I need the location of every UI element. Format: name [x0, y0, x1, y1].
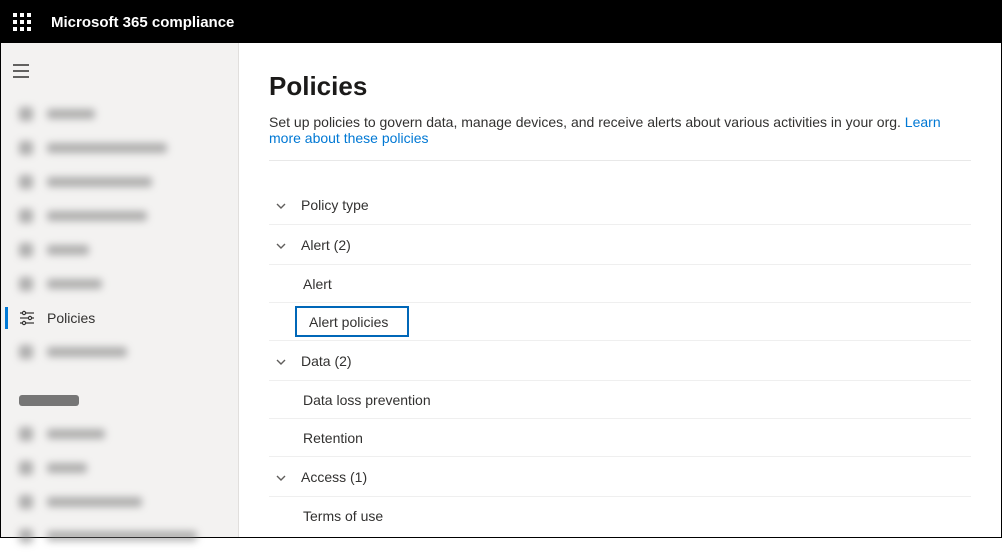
nav-item-blurred[interactable]	[1, 417, 238, 451]
nav-item-blurred[interactable]	[1, 485, 238, 519]
policy-item-alert-policies[interactable]: Alert policies	[269, 303, 971, 341]
policy-item-terms-of-use[interactable]: Terms of use	[269, 497, 971, 535]
group-header-policy-type[interactable]: Policy type	[269, 185, 971, 225]
chevron-down-icon	[275, 239, 287, 251]
page-title: Policies	[269, 71, 971, 102]
app-title: Microsoft 365 compliance	[51, 14, 234, 31]
nav-item-blurred[interactable]	[1, 267, 238, 301]
policy-item-label: Alert policies	[303, 314, 394, 330]
nav-item-blurred[interactable]	[1, 519, 238, 553]
policy-item-alert[interactable]: Alert	[269, 265, 971, 303]
policy-item-dlp[interactable]: Data loss prevention	[269, 381, 971, 419]
nav-collapse-button[interactable]	[1, 53, 41, 89]
policy-item-label: Retention	[303, 430, 363, 446]
policies-icon	[19, 310, 35, 326]
nav-item-blurred[interactable]	[1, 335, 238, 369]
nav-item-label: Policies	[47, 310, 95, 326]
chevron-down-icon	[275, 199, 287, 211]
nav-item-blurred[interactable]	[1, 233, 238, 267]
page-description-text: Set up policies to govern data, manage d…	[269, 114, 905, 130]
nav-item-blurred[interactable]	[1, 131, 238, 165]
left-nav: Policies	[1, 43, 239, 537]
group-label: Alert (2)	[301, 237, 351, 253]
group-header-access[interactable]: Access (1)	[269, 457, 971, 497]
app-launcher-icon[interactable]	[13, 13, 31, 31]
policy-item-label: Terms of use	[303, 508, 383, 524]
group-label: Data (2)	[301, 353, 352, 369]
top-header: Microsoft 365 compliance	[1, 1, 1001, 43]
nav-item-policies[interactable]: Policies	[1, 301, 238, 335]
policy-groups: Policy type Alert (2) Alert Alert polici…	[269, 185, 971, 535]
nav-section-header-blurred	[1, 383, 238, 417]
main-content: Policies Set up policies to govern data,…	[239, 43, 1001, 537]
group-header-data[interactable]: Data (2)	[269, 341, 971, 381]
group-header-alert[interactable]: Alert (2)	[269, 225, 971, 265]
nav-item-blurred[interactable]	[1, 97, 238, 131]
policy-item-label: Data loss prevention	[303, 392, 431, 408]
policy-item-retention[interactable]: Retention	[269, 419, 971, 457]
nav-item-blurred[interactable]	[1, 199, 238, 233]
chevron-down-icon	[275, 471, 287, 483]
nav-item-blurred[interactable]	[1, 451, 238, 485]
nav-item-blurred[interactable]	[1, 165, 238, 199]
group-label: Access (1)	[301, 469, 367, 485]
group-label: Policy type	[301, 197, 369, 213]
chevron-down-icon	[275, 355, 287, 367]
policy-item-label: Alert	[303, 276, 332, 292]
page-description: Set up policies to govern data, manage d…	[269, 114, 971, 161]
